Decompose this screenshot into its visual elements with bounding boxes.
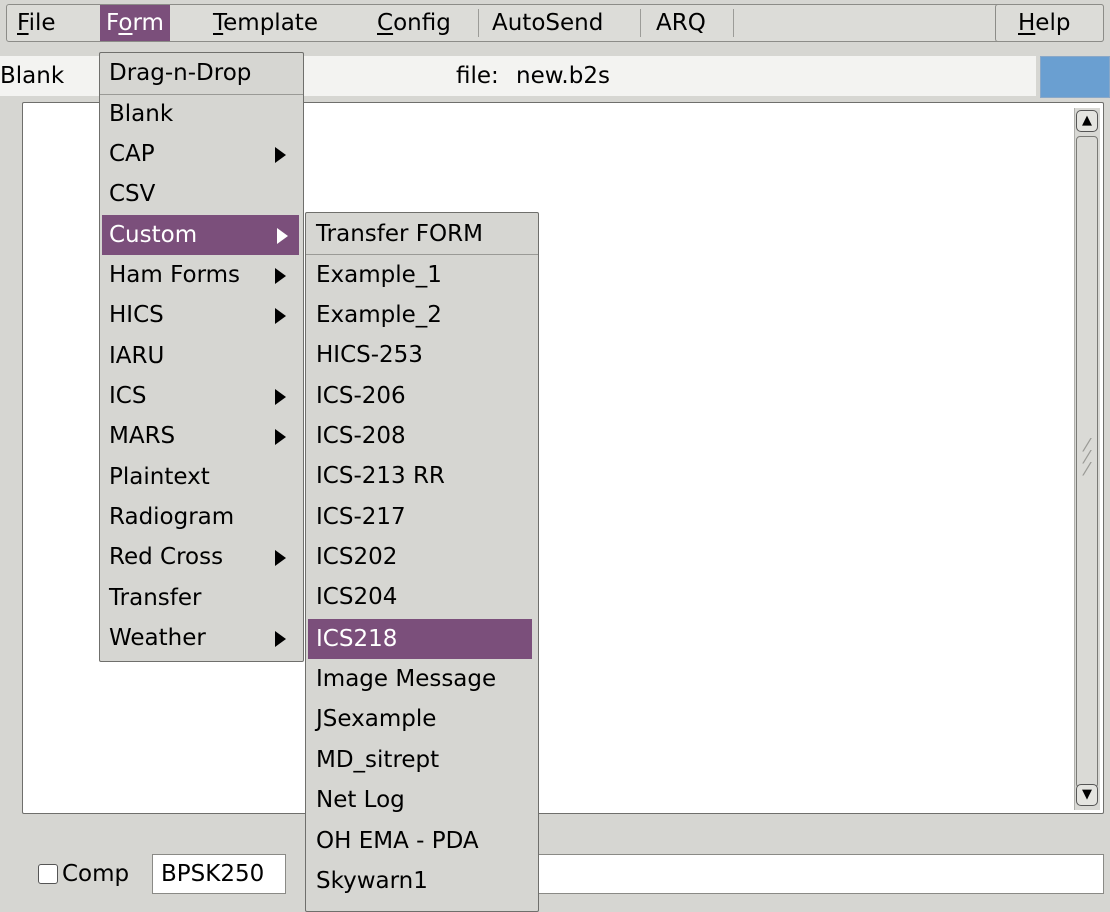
- menu-config[interactable]: Config: [371, 5, 457, 41]
- form-menu-item-custom[interactable]: Custom: [102, 215, 299, 255]
- submenu-arrow-icon: [275, 147, 286, 163]
- menu-item-label: Transfer: [109, 585, 202, 611]
- comp-label: Comp: [62, 861, 130, 887]
- scroll-down-icon[interactable]: ▼: [1076, 784, 1098, 806]
- menu-item-label: MARS: [109, 423, 176, 449]
- menu-autosend[interactable]: AutoSend: [486, 5, 609, 41]
- file-name-value: new.b2s: [516, 63, 610, 89]
- menu-template-mnemonic: T: [213, 10, 224, 36]
- form-menu-item-ics[interactable]: ICS: [100, 376, 301, 416]
- custom-item-ics-217[interactable]: ICS-217: [306, 497, 536, 537]
- menu-item-label: Red Cross: [109, 544, 224, 570]
- custom-item-net-log[interactable]: Net Log: [306, 780, 536, 820]
- form-menu-item-ham-forms[interactable]: Ham Forms: [100, 255, 301, 295]
- menu-item-label: Blank: [109, 101, 174, 127]
- submenu-arrow-icon: [275, 389, 286, 405]
- form-menu-item-blank[interactable]: Blank: [100, 94, 301, 134]
- custom-item-example-1[interactable]: Example_1: [306, 255, 536, 295]
- menu-item-label: Weather: [109, 625, 206, 651]
- menu-template[interactable]: Template: [207, 5, 324, 41]
- form-menu-item-radiogram[interactable]: Radiogram: [100, 497, 301, 537]
- menu-form-label: rm: [132, 10, 164, 36]
- menu-help[interactable]: Help: [995, 4, 1104, 42]
- submenu-arrow-icon: [275, 429, 286, 445]
- menu-item-label: Radiogram: [109, 504, 235, 530]
- menu-file-label: ile: [28, 10, 56, 36]
- custom-item-md-sitrept[interactable]: MD_sitrept: [306, 740, 536, 780]
- form-menu-item-plaintext[interactable]: Plaintext: [100, 457, 301, 497]
- custom-item-example-2[interactable]: Example_2: [306, 295, 536, 335]
- form-menu-item-drag-n-drop[interactable]: Drag-n-Drop: [100, 53, 301, 93]
- menu-separator: [733, 9, 734, 37]
- menu-item-label: Ham Forms: [109, 262, 241, 288]
- form-menu-item-red-cross[interactable]: Red Cross: [100, 537, 301, 577]
- custom-item-hics-253[interactable]: HICS-253: [306, 335, 536, 375]
- menu-item-label: CAP: [109, 141, 155, 167]
- custom-item-skywarn1[interactable]: Skywarn1: [306, 861, 536, 901]
- grip-icon: ⁄ ⁄ ⁄: [1085, 435, 1089, 480]
- custom-item-ics-206[interactable]: ICS-206: [306, 376, 536, 416]
- submenu-arrow-icon: [275, 631, 286, 647]
- bottom-input[interactable]: [538, 854, 1104, 894]
- custom-item-ics204[interactable]: ICS204: [306, 577, 536, 617]
- custom-item-jsexample[interactable]: JSexample: [306, 699, 536, 739]
- custom-submenu: Transfer FORM Example_1 Example_2 HICS-2…: [305, 212, 539, 912]
- template-field[interactable]: Blank: [0, 56, 100, 96]
- menu-help-mnemonic: H: [1018, 10, 1036, 36]
- menu-separator: [478, 9, 479, 37]
- custom-item-ics218[interactable]: ICS218: [308, 619, 532, 659]
- form-menu-item-iaru[interactable]: IARU: [100, 336, 301, 376]
- submenu-arrow-icon: [275, 550, 286, 566]
- file-label: file:: [456, 63, 499, 89]
- menu-file[interactable]: File: [11, 5, 62, 41]
- menu-config-mnemonic: C: [377, 10, 394, 36]
- menu-item-label: Custom: [109, 222, 198, 248]
- menu-template-label: emplate: [223, 10, 318, 36]
- submenu-arrow-icon: [275, 308, 286, 324]
- form-menu-item-transfer[interactable]: Transfer: [100, 578, 301, 618]
- form-menu-item-mars[interactable]: MARS: [100, 416, 301, 456]
- modem-mode-field[interactable]: BPSK250: [152, 854, 286, 894]
- menu-item-label: Plaintext: [109, 464, 210, 490]
- menu-bar: File Form Template Config AutoSend ARQ H…: [6, 4, 1104, 42]
- form-menu-item-cap[interactable]: CAP: [100, 134, 301, 174]
- menu-separator: [640, 9, 641, 37]
- status-indicator: [1040, 56, 1110, 98]
- menu-form-mnemonic: o: [118, 10, 133, 36]
- menu-form[interactable]: Form: [100, 5, 170, 41]
- menu-item-label: HICS: [109, 302, 164, 328]
- menu-form-label-start: F: [106, 10, 119, 36]
- scroll-up-icon[interactable]: ▲: [1076, 110, 1098, 132]
- custom-item-ics-208[interactable]: ICS-208: [306, 416, 536, 456]
- menu-item-label: ICS: [109, 383, 147, 409]
- form-menu-item-csv[interactable]: CSV: [100, 174, 301, 214]
- form-menu: Drag-n-Drop Blank CAP CSV Custom Ham For…: [99, 52, 304, 662]
- menu-file-mnemonic: F: [17, 10, 29, 36]
- form-menu-item-weather[interactable]: Weather: [100, 618, 301, 658]
- comp-checkbox[interactable]: [38, 864, 58, 884]
- form-menu-item-hics[interactable]: HICS: [100, 295, 301, 335]
- menu-item-label: IARU: [109, 343, 165, 369]
- custom-item-transfer-form[interactable]: Transfer FORM: [306, 214, 536, 254]
- menu-item-label: Drag-n-Drop: [109, 60, 252, 86]
- custom-item-ics202[interactable]: ICS202: [306, 537, 536, 577]
- menu-help-label: elp: [1035, 10, 1071, 36]
- submenu-arrow-icon: [277, 228, 288, 244]
- custom-item-ics-213-rr[interactable]: ICS-213 RR: [306, 456, 536, 496]
- submenu-arrow-icon: [275, 268, 286, 284]
- menu-arq[interactable]: ARQ: [650, 5, 712, 41]
- custom-item-image-message[interactable]: Image Message: [306, 659, 536, 699]
- menu-config-label: onfig: [393, 10, 451, 36]
- menu-item-label: CSV: [109, 181, 156, 207]
- custom-item-oh-ema-pda[interactable]: OH EMA - PDA: [306, 821, 536, 861]
